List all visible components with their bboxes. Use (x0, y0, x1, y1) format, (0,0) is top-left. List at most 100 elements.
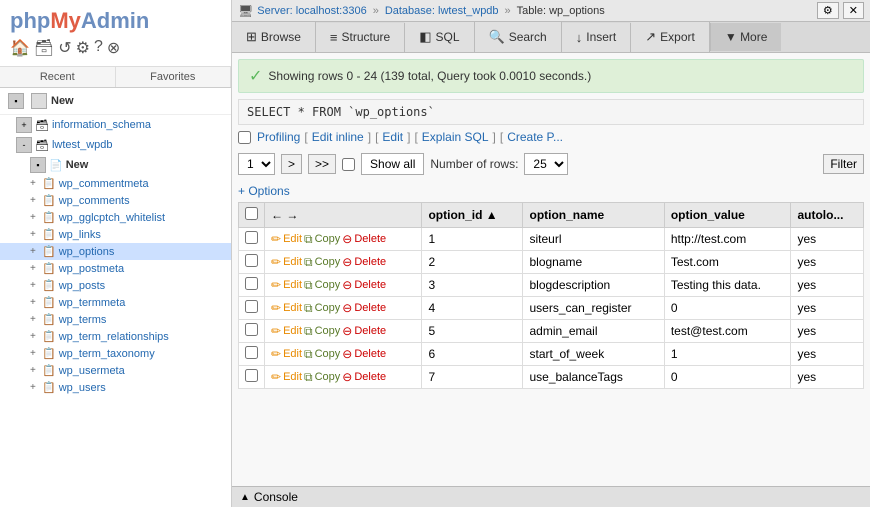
tab-export[interactable]: ↗ Export (631, 22, 710, 52)
row-checkbox-3[interactable] (245, 300, 258, 313)
sidebar-new-button[interactable]: ▪ New (0, 88, 231, 115)
sidebar-item-information-schema[interactable]: + 🗃 information_schema (0, 115, 231, 135)
edit-btn-3[interactable]: Edit (283, 302, 302, 314)
close-button[interactable]: ✕ (843, 2, 864, 19)
home-icon[interactable]: 🏠 (10, 38, 30, 58)
sidebar-item-wp-commentmeta[interactable]: + 📋 wp_commentmeta (0, 175, 231, 192)
edit-btn-2[interactable]: Edit (283, 279, 302, 291)
copy-btn-2[interactable]: Copy (315, 279, 341, 291)
tab-insert[interactable]: ↓ Insert (562, 23, 632, 52)
delete-icon-5[interactable]: ⊖ (342, 347, 352, 361)
copy-icon-2[interactable]: ⧉ (304, 278, 313, 293)
sidebar-item-lwtest-wpdb[interactable]: - 🗃 lwtest_wpdb (0, 135, 231, 155)
expand-icon[interactable]: ▪ (30, 157, 46, 173)
delete-btn-1[interactable]: Delete (354, 256, 386, 268)
arrow-right-icon[interactable]: → (286, 208, 298, 222)
edit-icon-1[interactable]: ✏ (271, 255, 281, 269)
edit-icon-0[interactable]: ✏ (271, 232, 281, 246)
row-checkbox-0[interactable] (245, 231, 258, 244)
breadcrumb-database[interactable]: Database: lwtest_wpdb (385, 5, 499, 17)
edit-btn-5[interactable]: Edit (283, 348, 302, 360)
expand-icon[interactable]: + (30, 382, 42, 393)
delete-btn-2[interactable]: Delete (354, 279, 386, 291)
edit-icon-4[interactable]: ✏ (271, 324, 281, 338)
expand-icon[interactable]: + (30, 212, 42, 223)
expand-icon[interactable]: + (30, 195, 42, 206)
console-bar[interactable]: ▲ Console (232, 486, 870, 507)
exit-icon[interactable]: ⊗ (107, 38, 120, 58)
expand-icon[interactable]: + (30, 297, 42, 308)
copy-icon-6[interactable]: ⧉ (304, 370, 313, 385)
sidebar-item-new-db[interactable]: ▪ 📄 New (0, 155, 231, 175)
sidebar-item-wp-options[interactable]: + 📋 wp_options (0, 243, 231, 260)
collapse-icon[interactable]: ▪ (8, 93, 24, 109)
explain-sql-link[interactable]: Explain SQL (422, 130, 489, 144)
expand-icon[interactable]: + (30, 263, 42, 274)
show-all-button[interactable]: Show all (361, 153, 424, 175)
rows-select[interactable]: 25 (524, 153, 568, 175)
sidebar-item-wp-posts[interactable]: + 📋 wp_posts (0, 277, 231, 294)
copy-icon-5[interactable]: ⧉ (304, 347, 313, 362)
sidebar-item-wp-usermeta[interactable]: + 📋 wp_usermeta (0, 362, 231, 379)
sidebar-item-wp-comments[interactable]: + 📋 wp_comments (0, 192, 231, 209)
refresh-icon[interactable]: ↺ (58, 38, 71, 58)
expand-icon[interactable]: + (30, 178, 42, 189)
th-option-id[interactable]: option_id ▲ (422, 203, 523, 228)
sidebar-item-wp-term-taxonomy[interactable]: + 📋 wp_term_taxonomy (0, 345, 231, 362)
sidebar-item-wp-terms[interactable]: + 📋 wp_terms (0, 311, 231, 328)
edit-btn-1[interactable]: Edit (283, 256, 302, 268)
settings-icon[interactable]: ⚙ (76, 38, 90, 58)
filter-button[interactable]: Filter (823, 154, 864, 174)
copy-btn-0[interactable]: Copy (315, 233, 341, 245)
edit-inline-link[interactable]: Edit inline (312, 130, 364, 144)
expand-icon[interactable]: + (30, 331, 42, 342)
edit-btn-4[interactable]: Edit (283, 325, 302, 337)
expand-icon[interactable]: + (30, 229, 42, 240)
copy-btn-4[interactable]: Copy (315, 325, 341, 337)
tab-favorites[interactable]: Favorites (116, 67, 232, 87)
copy-icon-4[interactable]: ⧉ (304, 324, 313, 339)
sidebar-item-wp-links[interactable]: + 📋 wp_links (0, 226, 231, 243)
tab-more-button[interactable]: ▼ More (710, 23, 782, 51)
db-icon[interactable]: 🗃 (34, 38, 54, 58)
profiling-checkbox[interactable] (238, 131, 251, 144)
tab-structure[interactable]: ≡ Structure (316, 23, 405, 52)
delete-btn-0[interactable]: Delete (354, 233, 386, 245)
delete-btn-5[interactable]: Delete (354, 348, 386, 360)
delete-icon-6[interactable]: ⊖ (342, 370, 352, 384)
breadcrumb-server[interactable]: Server: localhost:3306 (257, 5, 366, 17)
edit-icon-2[interactable]: ✏ (271, 278, 281, 292)
delete-icon-3[interactable]: ⊖ (342, 301, 352, 315)
row-checkbox-2[interactable] (245, 277, 258, 290)
tab-browse[interactable]: ⊞ Browse (232, 22, 316, 52)
delete-btn-3[interactable]: Delete (354, 302, 386, 314)
edit-btn-0[interactable]: Edit (283, 233, 302, 245)
copy-icon-3[interactable]: ⧉ (304, 301, 313, 316)
copy-btn-3[interactable]: Copy (315, 302, 341, 314)
sidebar-item-wp-postmeta[interactable]: + 📋 wp_postmeta (0, 260, 231, 277)
edit-link[interactable]: Edit (382, 130, 403, 144)
create-php-link[interactable]: Create P... (507, 130, 563, 144)
options-link[interactable]: + Options (238, 184, 864, 198)
copy-btn-1[interactable]: Copy (315, 256, 341, 268)
prev-button[interactable]: > (281, 154, 302, 174)
delete-icon-1[interactable]: ⊖ (342, 255, 352, 269)
profiling-link[interactable]: Profiling (257, 130, 300, 144)
next-button[interactable]: >> (308, 154, 336, 174)
edit-btn-6[interactable]: Edit (283, 371, 302, 383)
expand-icon[interactable]: + (30, 348, 42, 359)
edit-icon-3[interactable]: ✏ (271, 301, 281, 315)
edit-icon-5[interactable]: ✏ (271, 347, 281, 361)
expand-icon[interactable]: + (30, 246, 42, 257)
tab-sql[interactable]: ◧ SQL (405, 22, 474, 52)
select-all-checkbox[interactable] (245, 207, 258, 220)
settings-button[interactable]: ⚙ (817, 2, 839, 19)
row-checkbox-1[interactable] (245, 254, 258, 267)
sidebar-item-wp-users[interactable]: + 📋 wp_users (0, 379, 231, 396)
th-autoload[interactable]: autolo... (791, 203, 864, 228)
help-icon[interactable]: ? (94, 38, 103, 58)
sidebar-item-wp-term-relationships[interactable]: + 📋 wp_term_relationships (0, 328, 231, 345)
sidebar-item-wp-gglcptch-whitelist[interactable]: + 📋 wp_gglcptch_whitelist (0, 209, 231, 226)
th-option-value[interactable]: option_value (664, 203, 791, 228)
sidebar-item-wp-termmeta[interactable]: + 📋 wp_termmeta (0, 294, 231, 311)
